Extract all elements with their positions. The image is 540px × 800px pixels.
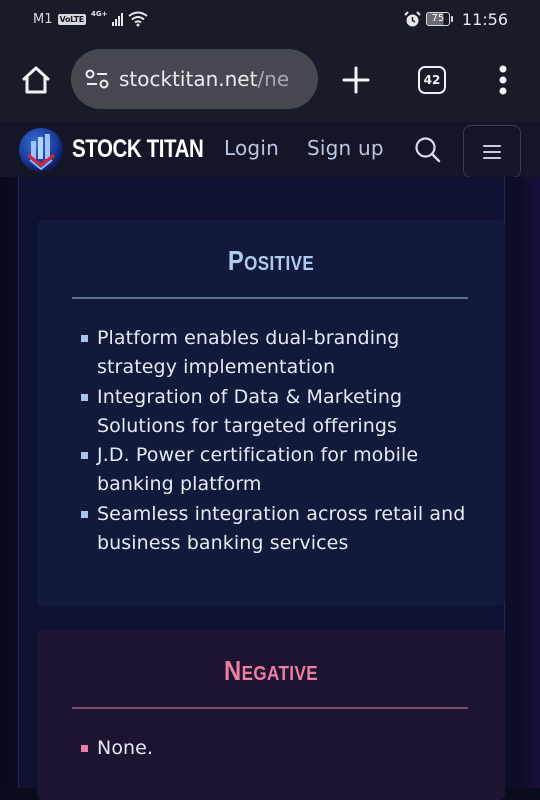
bullet-icon	[81, 393, 88, 401]
home-icon[interactable]	[20, 65, 52, 95]
positive-divider	[72, 297, 468, 299]
site-settings-icon[interactable]	[85, 69, 109, 89]
positive-card: Positive Platform enables dual-branding …	[37, 220, 505, 606]
positive-item-text: Platform enables dual-branding strategy …	[97, 327, 400, 379]
negative-divider	[72, 707, 468, 709]
search-icon[interactable]	[414, 136, 442, 164]
status-left: M1 VoLTE 4G+	[33, 10, 149, 27]
positive-item-text: Integration of Data & Marketing Solution…	[97, 385, 403, 437]
wifi-icon	[128, 11, 149, 27]
signal-icon	[112, 12, 124, 26]
positive-list-item: Integration of Data & Marketing Solution…	[81, 383, 485, 442]
new-tab-icon[interactable]	[341, 65, 371, 95]
volte-badge: VoLTE	[57, 13, 86, 25]
status-bar: M1 VoLTE 4G+ 75 11:56	[0, 0, 540, 38]
positive-list-item: Seamless integration across retail and b…	[81, 500, 485, 559]
negative-list: None.	[37, 734, 505, 763]
battery-level: 75	[425, 12, 450, 26]
positive-list-item: Platform enables dual-branding strategy …	[81, 324, 485, 383]
network-type: 4G+	[90, 10, 108, 18]
positive-list-item: J.D. Power certification for mobile bank…	[81, 441, 485, 500]
address-bar[interactable]: stocktitan.net/ne	[71, 49, 318, 109]
positive-list: Platform enables dual-branding strategy …	[37, 324, 505, 558]
bullet-icon	[81, 510, 88, 518]
more-menu-icon[interactable]	[496, 64, 510, 96]
negative-list-item: None.	[81, 734, 485, 763]
status-right: 75 11:56	[404, 10, 508, 29]
stock-titan-logo-icon[interactable]	[18, 127, 64, 173]
url-host: stocktitan.net	[119, 67, 258, 91]
positive-item-text: Seamless integration across retail and b…	[97, 502, 466, 555]
bullet-icon	[81, 745, 88, 752]
positive-title: Positive	[227, 245, 315, 276]
negative-title: Negative	[224, 655, 318, 686]
tab-switcher-button[interactable]: 42	[418, 66, 446, 94]
hamburger-menu-icon	[483, 144, 501, 159]
tab-count: 42	[423, 73, 441, 87]
carrier-label: M1	[33, 11, 53, 27]
login-link[interactable]: Login	[224, 136, 279, 160]
browser-toolbar: stocktitan.net/ne 42	[0, 38, 540, 122]
site-header: STOCK TITAN Login Sign up	[0, 122, 540, 178]
positive-item-text: J.D. Power certification for mobile bank…	[97, 444, 419, 496]
page-body: Positive Platform enables dual-branding …	[0, 177, 540, 800]
logo-text[interactable]: STOCK TITAN	[72, 135, 204, 164]
content-container: Positive Platform enables dual-branding …	[18, 177, 505, 800]
bullet-icon	[81, 452, 88, 460]
signup-link[interactable]: Sign up	[307, 136, 384, 160]
clock: 11:56	[461, 9, 508, 29]
url-path: /ne	[257, 67, 290, 91]
battery-icon: 75	[425, 12, 453, 26]
negative-item-text: None.	[97, 737, 154, 759]
bullet-icon	[81, 335, 88, 342]
negative-card: Negative None.	[37, 630, 505, 800]
alarm-icon	[404, 10, 421, 26]
hamburger-menu-button[interactable]	[463, 125, 521, 178]
